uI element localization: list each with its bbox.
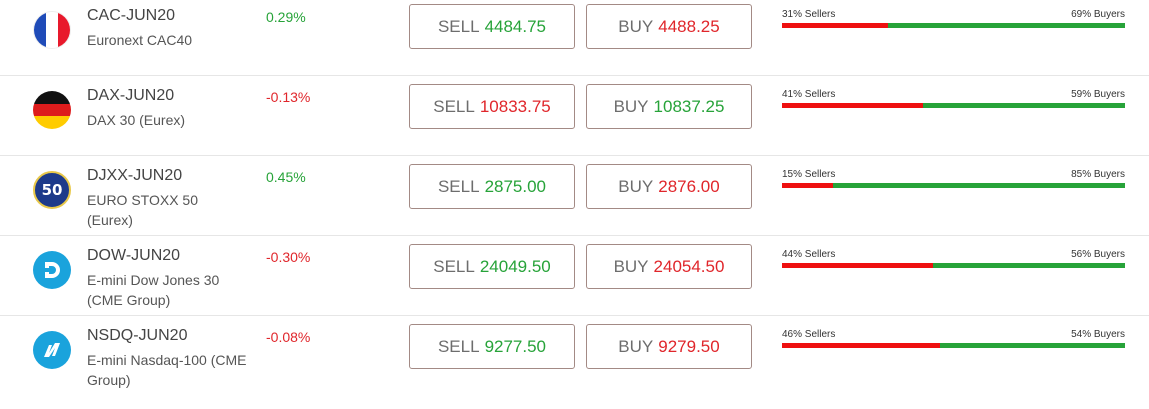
instrument-description: DAX 30 (Eurex) [87, 112, 186, 128]
buy-label: BUY [618, 336, 654, 356]
buy-price: 9279.50 [658, 336, 720, 356]
sellers-bar [782, 263, 933, 268]
sellers-percent-label: 31% Sellers [782, 9, 836, 20]
buy-button[interactable]: BUY 4488.25 [586, 4, 752, 49]
buyers-bar [833, 183, 1125, 188]
buy-label: BUY [618, 176, 654, 196]
sellers-percent-label: 46% Sellers [782, 329, 836, 340]
dow-d-glyph-icon [45, 262, 60, 278]
buyers-percent-label: 56% Buyers [1071, 249, 1125, 260]
sell-price: 24049.50 [479, 256, 551, 276]
table-row: 50 DJXX-JUN20 EURO STOXX 50 (Eurex) 0.45… [0, 156, 1149, 236]
instrument-description: E-mini Nasdaq-100 (CME Group) [87, 352, 247, 388]
buyers-percent-label: 85% Buyers [1071, 169, 1125, 180]
instrument-name[interactable]: NSDQ-JUN20 [87, 327, 187, 345]
instrument-name[interactable]: CAC-JUN20 [87, 7, 175, 25]
sellers-percent-label: 15% Sellers [782, 169, 836, 180]
buy-button[interactable]: BUY 2876.00 [586, 164, 752, 209]
buy-price: 24054.50 [653, 256, 725, 276]
buyers-bar [939, 343, 1125, 348]
change-percent: -0.08% [266, 329, 311, 345]
sentiment-bar [782, 183, 1125, 188]
buy-button[interactable]: BUY 10837.25 [586, 84, 752, 129]
buy-label: BUY [613, 96, 649, 116]
sentiment-meter: 41% Sellers 59% Buyers [782, 88, 1125, 108]
sell-price: 9277.50 [484, 336, 547, 356]
sellers-bar [782, 343, 940, 348]
eurostoxx50-icon-text: 50 [41, 181, 63, 199]
sell-label: SELL [433, 96, 475, 116]
sell-price: 4484.75 [484, 16, 547, 36]
instrument-name[interactable]: DOW-JUN20 [87, 247, 180, 265]
sellers-percent-label: 41% Sellers [782, 89, 836, 100]
sentiment-meter: 46% Sellers 54% Buyers [782, 328, 1125, 348]
instrument-name[interactable]: DAX-JUN20 [87, 87, 174, 105]
buyers-percent-label: 59% Buyers [1071, 89, 1125, 100]
sentiment-bar [782, 263, 1125, 268]
eurostoxx50-icon: 50 [33, 171, 71, 209]
instrument-description: Euronext CAC40 [87, 32, 193, 48]
table-row: DAX-JUN20 DAX 30 (Eurex) -0.13% SELL 108… [0, 76, 1149, 156]
sell-button[interactable]: SELL 4484.75 [409, 4, 575, 49]
sellers-percent-label: 44% Sellers [782, 249, 836, 260]
sentiment-meter: 15% Sellers 85% Buyers [782, 168, 1125, 188]
sentiment-meter: 44% Sellers 56% Buyers [782, 248, 1125, 268]
table-row: NSDQ-JUN20 E-mini Nasdaq-100 (CME Group)… [0, 316, 1149, 396]
france-flag-icon [33, 11, 71, 49]
sentiment-bar [782, 343, 1125, 348]
buy-button[interactable]: BUY 24054.50 [586, 244, 752, 289]
sell-label: SELL [437, 336, 480, 356]
change-percent: 0.29% [266, 9, 306, 25]
sellers-bar [782, 103, 923, 108]
sell-button[interactable]: SELL 9277.50 [409, 324, 575, 369]
sentiment-meter: 31% Sellers 69% Buyers [782, 8, 1125, 28]
nasdaq-logo-icon [33, 331, 71, 369]
buy-label: BUY [613, 256, 649, 276]
sentiment-bar [782, 23, 1125, 28]
buy-price: 2876.00 [658, 176, 720, 196]
sell-price: 10833.75 [479, 96, 551, 116]
buy-button[interactable]: BUY 9279.50 [586, 324, 752, 369]
buyers-bar [922, 103, 1125, 108]
sell-label: SELL [433, 256, 475, 276]
sell-label: SELL [437, 176, 480, 196]
buyers-percent-label: 69% Buyers [1071, 9, 1125, 20]
sell-price: 2875.00 [484, 176, 547, 196]
buy-price: 4488.25 [658, 16, 720, 36]
instrument-description: EURO STOXX 50 (Eurex) [87, 192, 199, 228]
sentiment-bar [782, 103, 1125, 108]
instrument-name[interactable]: DJXX-JUN20 [87, 167, 182, 185]
table-row: CAC-JUN20 Euronext CAC40 0.29% SELL 4484… [0, 0, 1149, 76]
change-percent: 0.45% [266, 169, 306, 185]
change-percent: -0.13% [266, 89, 311, 105]
buyers-percent-label: 54% Buyers [1071, 329, 1125, 340]
table-row: DOW-JUN20 E-mini Dow Jones 30 (CME Group… [0, 236, 1149, 316]
sell-button[interactable]: SELL 2875.00 [409, 164, 575, 209]
sellers-bar [782, 183, 834, 188]
germany-flag-icon [33, 91, 71, 129]
sell-button[interactable]: SELL 10833.75 [409, 84, 575, 129]
buyers-bar [932, 263, 1125, 268]
sellers-bar [782, 23, 889, 28]
buy-price: 10837.25 [653, 96, 725, 116]
sell-label: SELL [437, 16, 480, 36]
sell-button[interactable]: SELL 24049.50 [409, 244, 575, 289]
buyers-bar [888, 23, 1125, 28]
dow-logo-icon [33, 251, 71, 289]
buy-label: BUY [618, 16, 654, 36]
futures-table: CAC-JUN20 Euronext CAC40 0.29% SELL 4484… [0, 0, 1149, 409]
nasdaq-n-glyph-icon [44, 343, 60, 357]
instrument-description: E-mini Dow Jones 30 (CME Group) [87, 272, 220, 308]
change-percent: -0.30% [266, 249, 311, 265]
